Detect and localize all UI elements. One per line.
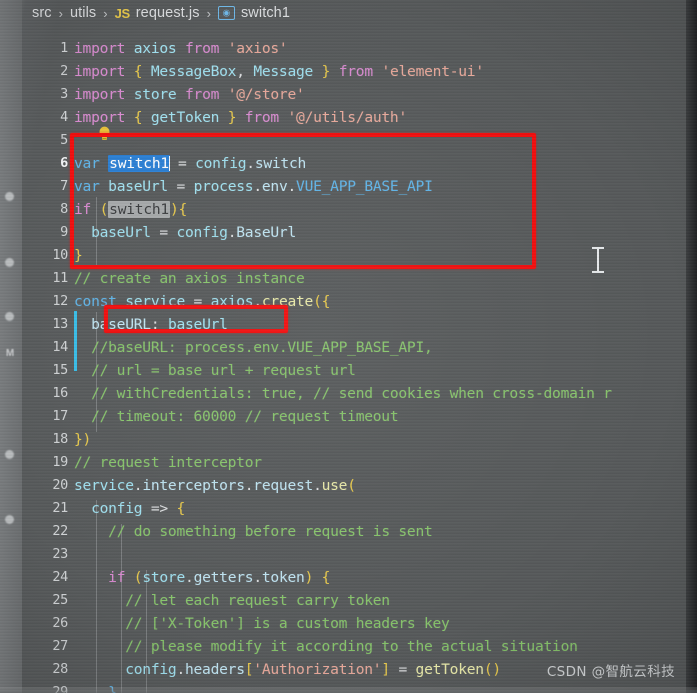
code-line-3[interactable]: import store from '@/store' — [74, 86, 305, 103]
selected-token: switch1 — [108, 155, 170, 172]
line-number: 19 — [52, 454, 68, 470]
lightbulb-icon[interactable] — [98, 126, 111, 146]
line-number: 12 — [52, 293, 68, 309]
settings-gear-icon[interactable] — [5, 515, 14, 524]
code-line-27[interactable]: // please modify it according to the act… — [74, 638, 578, 655]
line-number: 10 — [52, 247, 68, 263]
line-number: 2 — [60, 63, 68, 79]
screen-bottom-bezel — [0, 687, 697, 693]
line-number: 13 — [52, 316, 68, 332]
code-line-13[interactable]: baseURL: baseUrl — [74, 316, 228, 333]
breadcrumb-item-request-js[interactable]: request.js — [136, 5, 200, 21]
code-line-2[interactable]: import { MessageBox, Message } from 'ele… — [74, 63, 484, 80]
extensions-icon[interactable] — [5, 450, 14, 459]
symbol-variable-icon: ◉ — [217, 6, 235, 20]
line-number: 8 — [60, 201, 68, 217]
code-line-22[interactable]: // do something before request is sent — [74, 523, 433, 540]
line-number: 3 — [60, 86, 68, 102]
text-cursor-icon — [591, 246, 605, 274]
line-number: 27 — [52, 638, 68, 654]
code-line-20[interactable]: service.interceptors.request.use( — [74, 477, 356, 494]
code-line-18[interactable]: }) — [74, 431, 91, 448]
line-number: 11 — [52, 270, 68, 286]
line-number: 17 — [52, 408, 68, 424]
code-line-4[interactable]: import { getToken } from '@/utils/auth' — [74, 109, 407, 126]
code-line-28[interactable]: config.headers['Authorization'] = getTok… — [74, 661, 501, 678]
breadcrumb-separator-icon: › — [103, 5, 108, 21]
code-line-17[interactable]: // timeout: 60000 // request timeout — [74, 408, 399, 425]
csdn-watermark: CSDN @智航云科技 — [546, 664, 675, 680]
explorer-icon[interactable] — [5, 192, 14, 201]
occurrence-highlight: switch1 — [108, 201, 170, 218]
search-icon[interactable] — [5, 258, 14, 267]
code-line-9[interactable]: baseUrl = config.BaseUrl — [74, 224, 296, 241]
line-number: 5 — [60, 132, 68, 148]
line-number-gutter: 1 2 3 4 5 6 7 8 9 10 11 12 13 14 15 16 17 18 19 20 21 22 23 24 2… — [22, 28, 74, 693]
breadcrumb-item-switch1[interactable]: switch1 — [241, 5, 290, 21]
code-line-7[interactable]: var baseUrl = process.env.VUE_APP_BASE_A… — [74, 178, 433, 195]
line-number: 16 — [52, 385, 68, 401]
code-line-8[interactable]: if (switch1){ — [74, 201, 187, 218]
breadcrumb-separator-icon: › — [58, 5, 63, 21]
activity-bar[interactable]: M — [0, 0, 22, 693]
screen-right-bezel — [686, 0, 697, 693]
js-file-icon: JS — [114, 5, 131, 21]
line-number: 4 — [60, 109, 68, 125]
code-line-14[interactable]: //baseURL: process.env.VUE_APP_BASE_API, — [74, 339, 433, 356]
code-line-12[interactable]: const service = axios.create({ — [74, 293, 330, 310]
line-number: 28 — [52, 661, 68, 677]
code-line-10[interactable]: } — [74, 247, 83, 264]
line-number: 18 — [52, 431, 68, 447]
line-number: 26 — [52, 615, 68, 631]
code-line-11[interactable]: // create an axios instance — [74, 270, 305, 287]
code-line-24[interactable]: if (store.getters.token) { — [74, 569, 330, 586]
breadcrumb-item-src[interactable]: src — [32, 5, 52, 21]
line-number: 22 — [52, 523, 68, 539]
code-line-19[interactable]: // request interceptor — [74, 454, 262, 471]
code-line-16[interactable]: // withCredentials: true, // send cookie… — [74, 385, 612, 402]
breadcrumb-separator-icon: › — [206, 5, 211, 21]
remote-icon[interactable]: M — [2, 348, 18, 359]
code-line-6[interactable]: var switch1 = config.switch — [74, 155, 306, 172]
code-editor[interactable]: import axios from 'axios' import { Messa… — [74, 28, 697, 693]
change-marker — [74, 311, 77, 371]
line-number: 6 — [60, 155, 68, 171]
breadcrumb-item-utils[interactable]: utils — [70, 5, 96, 21]
line-number: 1 — [60, 40, 68, 56]
breadcrumb[interactable]: src › utils › JS request.js › ◉ switch1 — [22, 0, 697, 26]
line-number: 15 — [52, 362, 68, 378]
code-line-26[interactable]: // ['X-Token'] is a custom headers key — [74, 615, 450, 632]
code-line-25[interactable]: // let each request carry token — [74, 592, 390, 609]
line-number: 14 — [52, 339, 68, 355]
line-number: 21 — [52, 500, 68, 516]
source-control-icon[interactable] — [5, 312, 14, 321]
code-line-21[interactable]: config => { — [74, 500, 185, 517]
code-line-1[interactable]: import axios from 'axios' — [74, 40, 288, 57]
line-number: 20 — [52, 477, 68, 493]
line-number: 9 — [60, 224, 68, 240]
vscode-window: M src › utils › JS request.js › ◉ switch… — [0, 0, 697, 693]
code-line-15[interactable]: // url = base url + request url — [74, 362, 356, 379]
line-number: 25 — [52, 592, 68, 608]
line-number: 24 — [52, 569, 68, 585]
line-number: 23 — [52, 546, 68, 562]
line-number: 7 — [60, 178, 68, 194]
